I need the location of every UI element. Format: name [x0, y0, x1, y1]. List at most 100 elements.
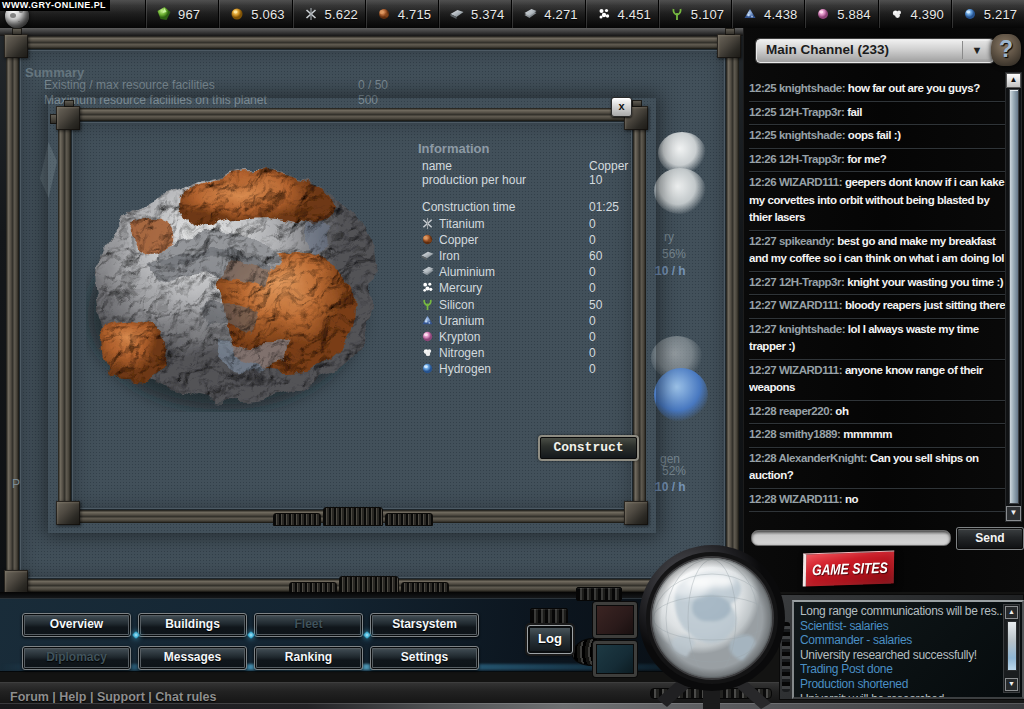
resource-name: Iron [439, 249, 460, 263]
resource-bar: 9675.0635.6224.7155.3744.2714.4515.1074.… [0, 0, 1024, 29]
news-item: University will be researched [800, 692, 1004, 699]
resource-cost: 0 [589, 217, 596, 231]
hydrogen-icon [421, 361, 434, 374]
resource-cost: 0 [589, 346, 596, 360]
chat-message-text: oops fail :) [848, 129, 901, 141]
nav-button-fleet: Fleet [254, 613, 363, 637]
copper-icon [421, 232, 434, 245]
chat-message-meta: 12:28 WIZARD111: [749, 493, 845, 505]
main-frame-right [726, 36, 739, 592]
vent-greeble [530, 608, 568, 624]
watermark: WWW.GRY-ONLINE.PL [0, 0, 110, 11]
titanium-icon [304, 7, 318, 21]
chat-scroll-up-icon[interactable]: ▲ [1006, 73, 1021, 88]
resource-value: 4.271 [544, 7, 578, 22]
game-screen: 9675.0635.6224.7155.3744.2714.4515.1074.… [0, 0, 1024, 709]
chat-message-text: mmmmm [843, 428, 892, 440]
chat-message-meta: 12:27 knightshade: [749, 323, 848, 335]
resource-value: 5.374 [471, 7, 505, 22]
uranium-icon [743, 7, 757, 21]
nav-button-buildings[interactable]: Buildings [138, 613, 247, 637]
rib-segment [385, 513, 433, 526]
chat-scroll-down-icon[interactable]: ▼ [1006, 506, 1021, 521]
log-button[interactable]: Log [527, 625, 573, 654]
page-fragment-label: ry [664, 230, 674, 244]
nitrogen-icon [890, 7, 904, 21]
chat-scroll-thumb[interactable] [1009, 89, 1019, 504]
chat-message: 12:25 knightshade: oops fail :) [749, 125, 1006, 149]
silicon-icon [670, 7, 684, 21]
dialog-frame-left [58, 108, 71, 523]
chat-message: 12:27 spikeandy: best go and make my bre… [749, 231, 1006, 272]
chat-message: 12:27 WIZARD111: bloody reapers just sit… [749, 295, 1006, 319]
chat-help-button[interactable]: ? [991, 34, 1021, 66]
nav-button-overview[interactable]: Overview [22, 613, 131, 637]
rib-segment [323, 507, 383, 526]
info-label: production per hour [422, 173, 526, 187]
chat-message-text: oh [835, 405, 848, 417]
chat-message-meta: 12:27 WIZARD111: [749, 364, 845, 376]
news-link[interactable]: Trading Post done [800, 662, 1004, 677]
footer-link-support[interactable]: Support [97, 690, 145, 704]
chevron-down-icon: ▼ [962, 41, 991, 59]
news-scrollbar[interactable]: ▲ ▼ [1003, 604, 1020, 693]
chat-message-text: for me? [847, 153, 886, 165]
globe [633, 541, 791, 709]
resource-name: Titanium [439, 217, 485, 231]
rib-segment [273, 513, 321, 526]
frame-peg [725, 28, 735, 35]
nav-button-ranking[interactable]: Ranking [254, 646, 363, 670]
news-scroll-thumb[interactable] [1007, 621, 1017, 671]
resource-value: 4.715 [398, 7, 432, 22]
chat-message: 12:27 12H-Trapp3r: knight your wasting y… [749, 272, 1006, 296]
resource-value: 5.063 [251, 7, 285, 22]
chat-message: 12:27 WIZARD111: anyone know range of th… [749, 360, 1006, 401]
news-link[interactable]: Scientist- salaries [800, 619, 1004, 634]
news-item: University researched successfully! [800, 648, 1004, 663]
news-ticker: Long range communications will be res..S… [792, 600, 1024, 699]
credits-orb-icon [230, 7, 244, 21]
chat-message-meta: 12:27 12H-Trapp3r: [749, 276, 847, 288]
chat-message-meta: 12:28 reaper220: [749, 405, 835, 417]
nav-button-settings[interactable]: Settings [370, 646, 479, 670]
resource-cell: 4.451 [585, 0, 658, 28]
chat-message-meta: 12:25 knightshade: [749, 82, 848, 94]
main-frame-left [6, 36, 19, 592]
resource-cost: 0 [589, 314, 596, 328]
resource-cell: 4.715 [365, 0, 438, 28]
chat-message: 12:26 12H-Trapp3r: for me? [749, 149, 1006, 173]
chat-scrollbar[interactable]: ▲ ▼ [1005, 72, 1022, 522]
news-link[interactable]: Production shortened [800, 677, 1004, 692]
game-sites-badge[interactable]: GAME SITES [803, 550, 895, 586]
send-button[interactable]: Send [957, 528, 1023, 549]
news-scroll-down-icon[interactable]: ▼ [1005, 678, 1018, 691]
mercury-icon [597, 7, 611, 21]
chat-message: 12:25 12H-Trapp3r: fail [749, 102, 1006, 126]
info-label: name [422, 159, 452, 173]
footer-link-help[interactable]: Help [59, 690, 86, 704]
nitrogen-icon [421, 345, 434, 358]
summary-row-value: 0 / 50 [358, 78, 388, 92]
news-scroll-up-icon[interactable]: ▲ [1005, 606, 1018, 619]
chat-message: 12:28 smithy1889: mmmmm [749, 424, 1006, 448]
nav-button-messages[interactable]: Messages [138, 646, 247, 670]
hydrogen-icon [963, 7, 977, 21]
chat-panel: Main Channel (233) ▼ ? 12:25 knightshade… [743, 28, 1024, 597]
main-corner-tl [4, 34, 28, 58]
resource-cell: 5.622 [292, 0, 365, 28]
page-fragment-p: P [12, 477, 20, 491]
construct-button[interactable]: Construct [540, 437, 637, 459]
page-fragment-percent: 52% [662, 464, 686, 478]
channel-select[interactable]: Main Channel (233) ▼ [756, 39, 994, 63]
dialog-title: Information [418, 141, 490, 156]
frame-peg [64, 100, 74, 107]
footer-link-forum[interactable]: Forum [10, 690, 49, 704]
news-lines: Long range communications will be res..S… [800, 604, 1004, 699]
footer-link-chat-rules[interactable]: Chat rules [155, 690, 216, 704]
nav-button-starsystem[interactable]: Starsystem [370, 613, 479, 637]
news-link[interactable]: Commander - salaries [800, 633, 1004, 648]
dialog-close-button[interactable]: x [611, 97, 632, 117]
resource-name: Aluminium [439, 265, 495, 279]
resource-cell: 4.390 [878, 0, 951, 28]
chat-message-list: 12:25 knightshade: how far out are you g… [749, 78, 1006, 512]
